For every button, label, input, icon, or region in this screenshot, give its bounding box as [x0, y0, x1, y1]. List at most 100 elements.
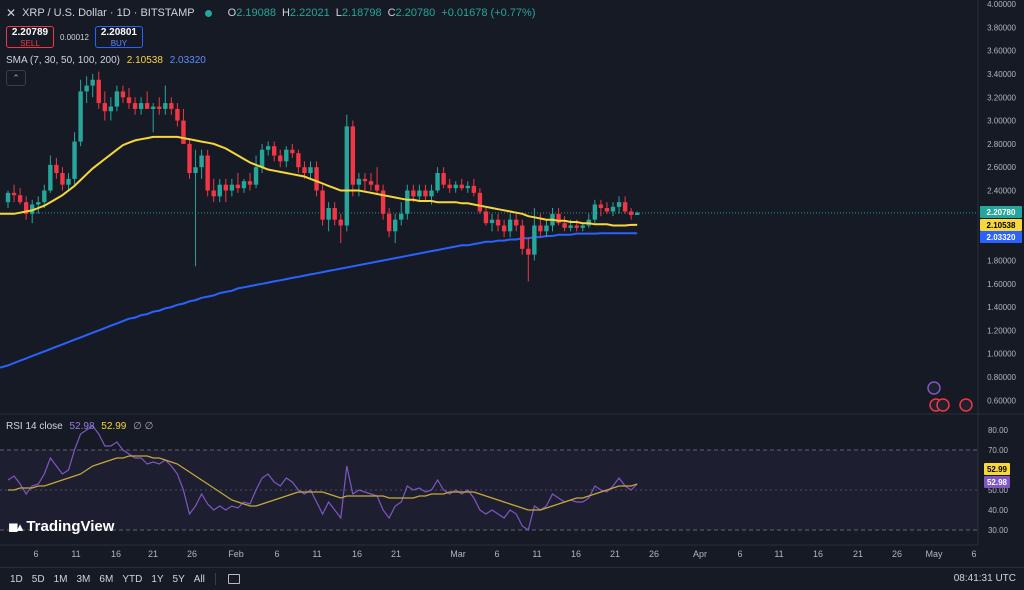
sell-button[interactable]: 2.20789 SELL: [6, 26, 54, 48]
candle-body: [356, 178, 362, 185]
candle-body: [598, 204, 604, 208]
timeframe-1d[interactable]: 1D: [10, 574, 23, 585]
time-tick-label: 16: [571, 549, 581, 559]
candle-body: [374, 184, 380, 191]
timeframe-3m[interactable]: 3M: [77, 574, 91, 585]
rsi-tick-label: 70.00: [988, 446, 1009, 455]
change-value: +0.01678 (+0.77%): [441, 7, 536, 19]
candle-body: [60, 173, 65, 185]
candle-body: [54, 164, 59, 174]
candle-body: [78, 91, 83, 142]
candle-body: [320, 190, 325, 220]
price-tick-label: 0.60000: [987, 396, 1016, 405]
candle-body: [326, 208, 331, 220]
candle-body: [338, 219, 343, 226]
rsi-extra: ∅ ∅: [133, 421, 154, 432]
candle-body: [187, 143, 192, 174]
price-tick-label: 3.60000: [987, 47, 1016, 56]
timeframe-all[interactable]: All: [194, 574, 205, 585]
divider: [214, 573, 216, 585]
timeframe-6m[interactable]: 6M: [99, 574, 113, 585]
candle-body: [290, 149, 295, 154]
ohlc-values: O2.19088 H2.22021 L2.18798 C2.20780 +0.0…: [228, 7, 536, 19]
candle-body: [520, 225, 525, 249]
price-tick-label: 1.00000: [987, 350, 1016, 359]
sma30-line: [0, 135, 638, 227]
time-tick-label: 11: [312, 549, 321, 559]
candle-body: [42, 190, 47, 203]
time-tick-label: 21: [610, 549, 620, 559]
candle-body: [471, 185, 477, 193]
timeframe-1y[interactable]: 1Y: [151, 574, 163, 585]
low-value: 2.18798: [341, 7, 382, 19]
candle-body: [278, 155, 283, 162]
candle-body: [580, 225, 585, 228]
flag-event-icon: [959, 398, 973, 412]
candle-body: [11, 192, 17, 196]
candle-body: [284, 149, 289, 162]
rsi-axis-badge-label: 52.98: [987, 478, 1008, 487]
candle-body: [193, 167, 198, 174]
price-tick-label: 1.20000: [987, 326, 1016, 335]
candle-body: [514, 219, 519, 226]
candle-body: [477, 192, 483, 212]
candle-body: [151, 106, 156, 109]
rsi-legend[interactable]: RSI 14 close 52.98 52.99 ∅ ∅: [6, 421, 153, 432]
candle-body: [132, 103, 138, 109]
timeframe-ytd[interactable]: YTD: [122, 574, 142, 585]
lightning-event-icon: [927, 381, 941, 395]
candle-body: [314, 167, 319, 191]
close-value: 2.20780: [395, 7, 436, 19]
candle-body: [138, 103, 144, 109]
rsi-tick-label: 40.00: [988, 506, 1009, 515]
candle-body: [175, 108, 180, 121]
high-value: 2.22021: [289, 7, 330, 19]
price-tick-label: 2.60000: [987, 163, 1016, 172]
candle-body: [459, 184, 464, 189]
timeframe-5d[interactable]: 5D: [32, 574, 45, 585]
collapse-legend-icon[interactable]: ⌃: [6, 70, 26, 86]
timeframe-5y[interactable]: 5Y: [173, 574, 185, 585]
candle-body: [399, 213, 404, 220]
candle-body: [265, 146, 271, 150]
sma-value-blue: 2.03320: [169, 55, 206, 66]
candle-body: [199, 155, 204, 168]
time-tick-label: 26: [187, 549, 197, 559]
time-tick-label: 11: [71, 549, 80, 559]
price-tick-label: 2.80000: [987, 140, 1016, 149]
price-axis-badge-label: 2.10538: [987, 221, 1016, 230]
candle-body: [532, 225, 537, 255]
sma200-line: [0, 232, 638, 369]
rsi-axis-badge-label: 52.99: [987, 465, 1008, 474]
buy-button[interactable]: 2.20801 BUY: [94, 26, 143, 48]
candle-body: [616, 202, 622, 207]
close-icon[interactable]: ✕: [6, 6, 16, 20]
time-tick-label: Mar: [450, 549, 466, 559]
sma-label: SMA (7, 30, 50, 100, 200): [6, 55, 120, 66]
candle-body: [489, 219, 495, 224]
tradingview-logo-icon: ◼▴: [8, 518, 23, 534]
price-tick-label: 0.80000: [987, 373, 1016, 382]
candle-body: [96, 79, 101, 104]
candle-body: [126, 97, 132, 104]
candle-body: [423, 190, 428, 197]
candle-body: [562, 223, 567, 228]
sma-legend[interactable]: SMA (7, 30, 50, 100, 200) 2.10538 2.0332…: [6, 55, 206, 66]
price-tick-label: 3.40000: [987, 70, 1016, 79]
buy-label: BUY: [110, 39, 128, 48]
time-tick-label: 11: [532, 549, 541, 559]
buy-price: 2.20801: [100, 27, 137, 38]
candle-body: [350, 126, 356, 185]
time-tick-label: 21: [391, 549, 401, 559]
utc-clock[interactable]: 08:41:31 UTC: [954, 573, 1016, 584]
time-tick-label: May: [925, 549, 943, 559]
candle-body: [411, 190, 416, 197]
timeframe-1m[interactable]: 1M: [54, 574, 68, 585]
calendar-icon[interactable]: [227, 574, 240, 584]
symbol-title[interactable]: XRP / U.S. Dollar · 1D · BITSTAMP: [22, 7, 195, 19]
candle-body: [368, 181, 374, 185]
tradingview-logo[interactable]: ◼▴ TradingView: [8, 518, 114, 535]
candle-body: [405, 190, 410, 214]
price-chart[interactable]: 4.00000 3.80000 3.60000 3.40000 3.20000 3.000…: [0, 0, 1024, 567]
price-tick-label: 1.80000: [987, 256, 1016, 265]
